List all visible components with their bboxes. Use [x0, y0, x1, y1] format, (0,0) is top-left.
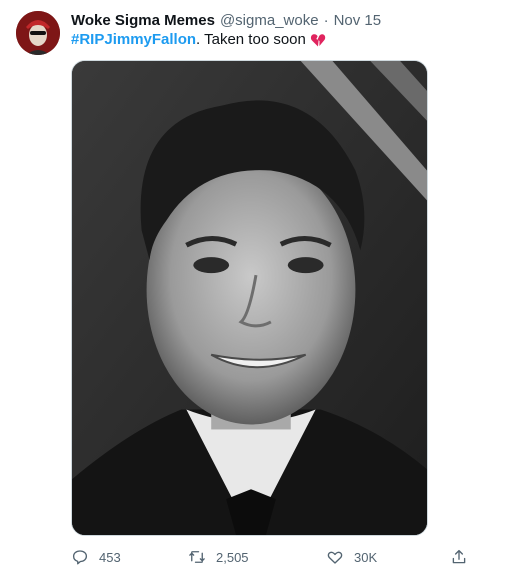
avatar[interactable]	[16, 11, 60, 55]
tweet-actions: 453 2,505 30K	[71, 545, 471, 569]
like-button[interactable]: 30K	[326, 545, 377, 569]
reply-button[interactable]: 453	[71, 545, 121, 569]
tweet-date[interactable]: Nov 15	[334, 12, 382, 29]
retweet-count: 2,505	[216, 549, 249, 565]
tweet-media-photo[interactable]	[71, 60, 428, 536]
tweet-body: . Taken too soon	[196, 31, 306, 48]
tweet-text: #RIPJimmyFallon . Taken too soon	[71, 31, 326, 49]
like-count: 30K	[354, 549, 378, 565]
separator: ·	[323, 11, 329, 29]
heart-icon	[327, 551, 343, 564]
reply-count: 453	[99, 549, 121, 565]
portrait-photo	[72, 61, 427, 535]
retweet-button[interactable]: 2,505	[188, 545, 249, 569]
broken-heart-icon	[310, 34, 326, 47]
tweet-header: Woke Sigma Memes @sigma_woke · Nov 15	[71, 11, 381, 29]
author-handle[interactable]: @sigma_woke	[220, 12, 319, 29]
author-name[interactable]: Woke Sigma Memes	[71, 12, 215, 29]
hashtag-link[interactable]: #RIPJimmyFallon	[71, 31, 196, 49]
share-icon	[452, 549, 466, 564]
retweet-icon	[189, 551, 205, 563]
reply-icon	[72, 550, 88, 565]
tweet: Woke Sigma Memes @sigma_woke · Nov 15 #R…	[0, 0, 519, 580]
avatar-image	[16, 11, 60, 55]
share-button[interactable]	[450, 545, 468, 569]
